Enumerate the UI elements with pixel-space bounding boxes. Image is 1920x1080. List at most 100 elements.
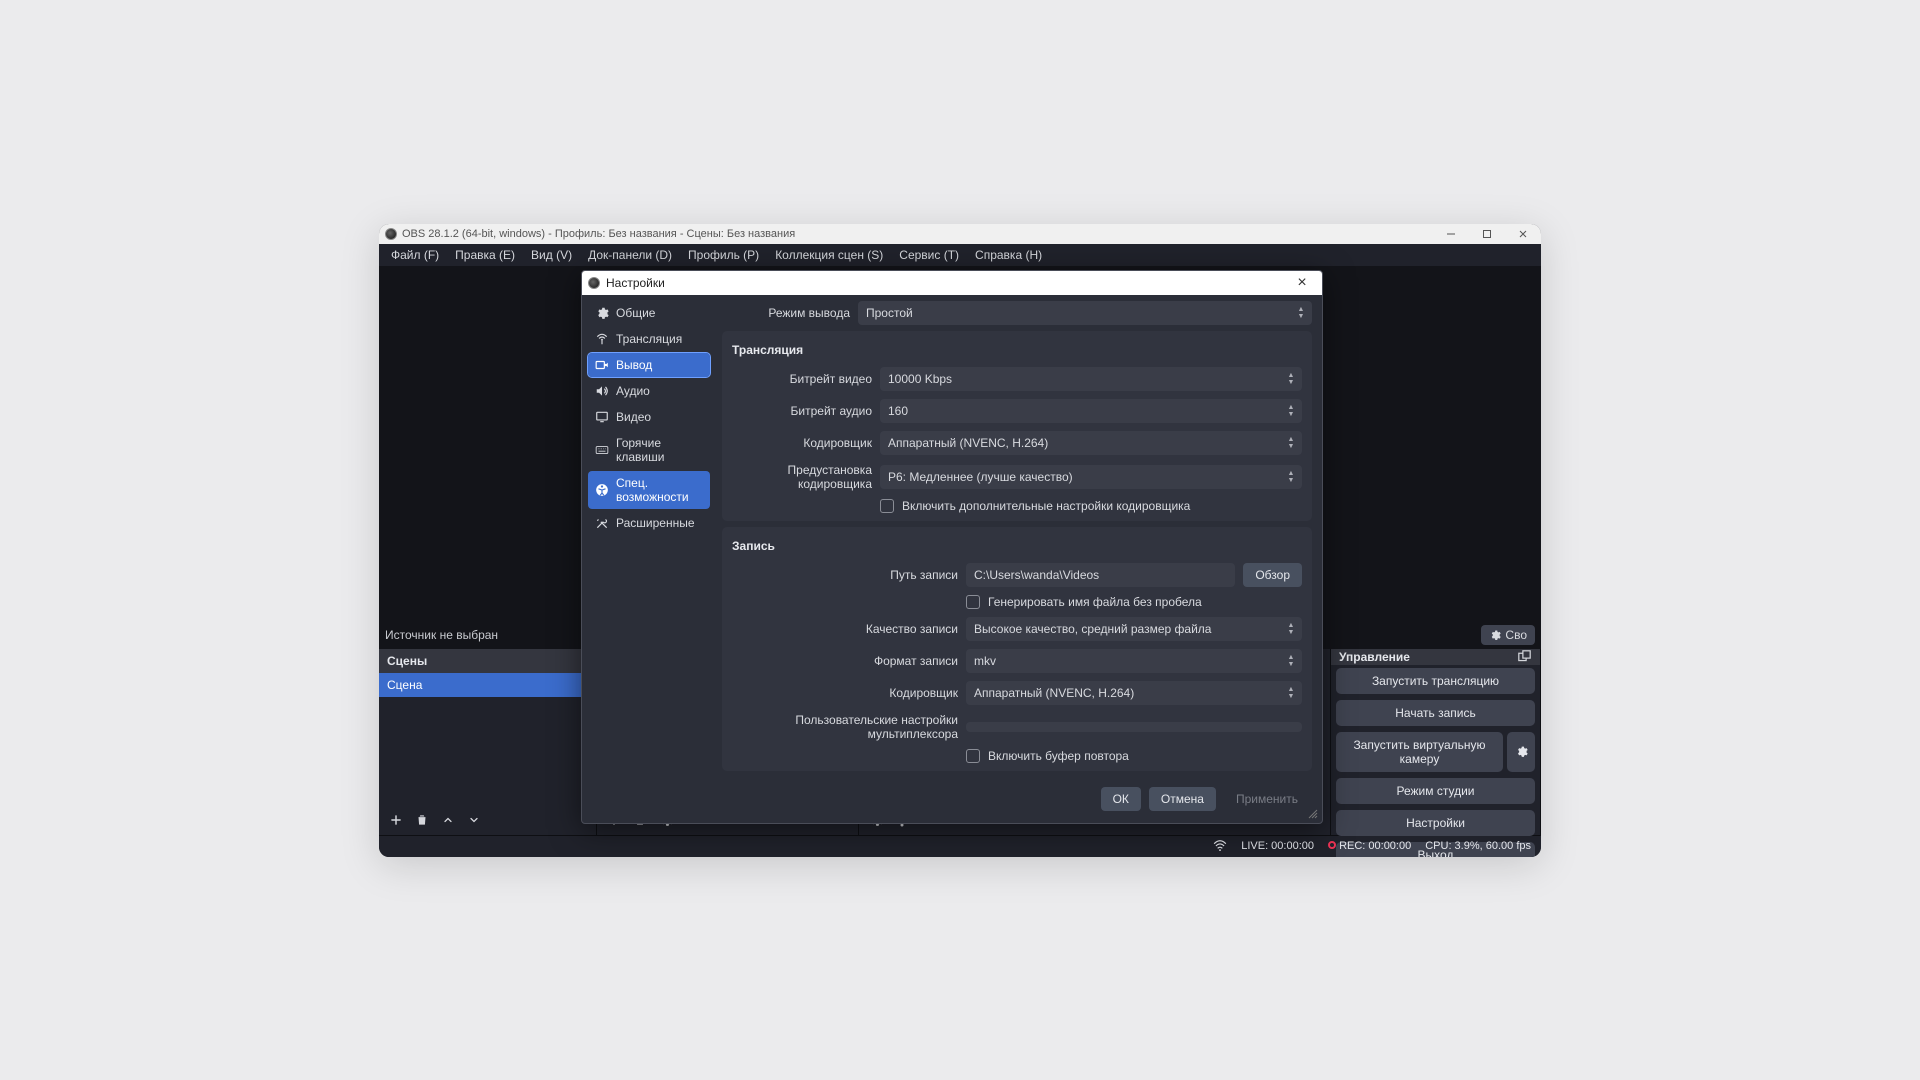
audio-bitrate-label: Битрейт аудио xyxy=(732,404,872,418)
menu-profile[interactable]: Профиль (P) xyxy=(680,248,767,262)
window-titlebar: OBS 28.1.2 (64-bit, windows) - Профиль: … xyxy=(379,224,1541,244)
nav-video[interactable]: Видео xyxy=(588,405,710,429)
output-icon xyxy=(595,358,609,372)
chevron-updown-icon: ▲▼ xyxy=(1294,301,1308,325)
replay-buffer-label: Включить буфер повтора xyxy=(988,749,1129,763)
nav-audio[interactable]: Аудио xyxy=(588,379,710,403)
recording-quality-select[interactable]: Высокое качество, средний размер файла ▲… xyxy=(966,617,1302,641)
scene-remove-button[interactable] xyxy=(411,809,433,831)
scenes-dock: Сцены Сцена xyxy=(379,649,597,835)
dock-popout-icon[interactable] xyxy=(1516,649,1532,665)
recording-panel: Запись Путь записи C:\Users\wanda\Videos… xyxy=(722,527,1312,771)
output-mode-select[interactable]: Простой ▲▼ xyxy=(858,301,1312,325)
start-recording-button[interactable]: Начать запись xyxy=(1336,700,1535,726)
muxer-label: Пользовательские настройки мультиплексор… xyxy=(732,713,958,741)
start-vcam-button[interactable]: Запустить виртуальную камеру xyxy=(1336,732,1503,772)
scene-up-button[interactable] xyxy=(437,809,459,831)
no-space-filename-label: Генерировать имя файла без пробела xyxy=(988,595,1202,609)
streaming-panel: Трансляция Битрейт видео 10000 Kbps ▲▼ Б… xyxy=(722,331,1312,521)
start-streaming-button[interactable]: Запустить трансляцию xyxy=(1336,668,1535,694)
menu-help[interactable]: Справка (H) xyxy=(967,248,1050,262)
obs-icon xyxy=(588,277,600,289)
menu-scenes[interactable]: Коллекция сцен (S) xyxy=(767,248,891,262)
obs-icon xyxy=(385,228,397,240)
status-cpu: CPU: 3.9%, 60.00 fps xyxy=(1425,840,1531,852)
recording-format-select[interactable]: mkv ▲▼ xyxy=(966,649,1302,673)
record-icon xyxy=(1328,841,1336,849)
recording-path-label: Путь записи xyxy=(732,568,958,582)
scene-down-button[interactable] xyxy=(463,809,485,831)
controls-dock: Управление Запустить трансляцию Начать з… xyxy=(1331,649,1541,835)
streaming-title: Трансляция xyxy=(732,339,1302,359)
stream-encoder-select[interactable]: Аппаратный (NVENC, H.264) ▲▼ xyxy=(880,431,1302,455)
recording-quality-label: Качество записи xyxy=(732,622,958,636)
apply-button[interactable]: Применить xyxy=(1224,787,1310,811)
menubar: Файл (F) Правка (E) Вид (V) Док-панели (… xyxy=(379,244,1541,266)
gear-icon xyxy=(1515,745,1528,758)
video-bitrate-input[interactable]: 10000 Kbps ▲▼ xyxy=(880,367,1302,391)
no-space-filename-checkbox[interactable] xyxy=(966,595,980,609)
settings-title: Настройки xyxy=(606,276,665,290)
vcam-settings-button[interactable] xyxy=(1507,732,1535,772)
nav-hotkeys[interactable]: Горячие клавиши xyxy=(588,431,710,469)
nav-advanced[interactable]: Расширенные xyxy=(588,511,710,535)
stream-encoder-label: Кодировщик xyxy=(732,436,872,450)
chevron-updown-icon: ▲▼ xyxy=(1284,399,1298,423)
video-bitrate-label: Битрейт видео xyxy=(732,372,872,386)
keyboard-icon xyxy=(595,443,609,457)
menu-tools[interactable]: Сервис (T) xyxy=(891,248,967,262)
settings-dialog: Настройки × Общие Трансляция Вывод xyxy=(581,270,1323,824)
muxer-input[interactable] xyxy=(966,722,1302,732)
resize-grip-icon[interactable] xyxy=(1308,809,1318,819)
chevron-updown-icon: ▲▼ xyxy=(1284,649,1298,673)
output-mode-label: Режим вывода xyxy=(722,306,850,320)
encoder-preset-select[interactable]: P6: Медленнее (лучше качество) ▲▼ xyxy=(880,465,1302,489)
antenna-icon xyxy=(595,332,609,346)
scene-item[interactable]: Сцена xyxy=(379,673,596,697)
recording-path-input[interactable]: C:\Users\wanda\Videos xyxy=(966,563,1235,587)
recording-encoder-label: Кодировщик xyxy=(732,686,958,700)
settings-footer: ОК Отмена Применить xyxy=(582,777,1322,823)
menu-file[interactable]: Файл (F) xyxy=(383,248,447,262)
browse-button[interactable]: Обзор xyxy=(1243,563,1302,587)
menu-view[interactable]: Вид (V) xyxy=(523,248,580,262)
studio-mode-button[interactable]: Режим студии xyxy=(1336,778,1535,804)
chevron-updown-icon: ▲▼ xyxy=(1284,617,1298,641)
settings-titlebar: Настройки × xyxy=(582,271,1322,295)
settings-close-button[interactable]: × xyxy=(1288,274,1316,292)
recording-encoder-select[interactable]: Аппаратный (NVENC, H.264) ▲▼ xyxy=(966,681,1302,705)
settings-nav: Общие Трансляция Вывод Аудио Видео xyxy=(582,295,716,777)
chevron-updown-icon: ▲▼ xyxy=(1284,431,1298,455)
advanced-encoder-checkbox[interactable] xyxy=(880,499,894,513)
status-rec: REC: 00:00:00 xyxy=(1339,840,1411,852)
source-properties-button[interactable]: Сво xyxy=(1481,625,1535,645)
nav-stream[interactable]: Трансляция xyxy=(588,327,710,351)
speaker-icon xyxy=(595,384,609,398)
chevron-updown-icon: ▲▼ xyxy=(1284,681,1298,705)
scenes-header: Сцены xyxy=(379,649,596,673)
recording-format-label: Формат записи xyxy=(732,654,958,668)
accessibility-icon xyxy=(595,483,609,497)
scene-add-button[interactable] xyxy=(385,809,407,831)
minimize-button[interactable] xyxy=(1433,224,1469,244)
settings-content: Режим вывода Простой ▲▼ Трансляция Битре… xyxy=(716,295,1322,777)
gear-icon xyxy=(595,306,609,320)
menu-edit[interactable]: Правка (E) xyxy=(447,248,523,262)
cancel-button[interactable]: Отмена xyxy=(1149,787,1216,811)
maximize-button[interactable] xyxy=(1469,224,1505,244)
ok-button[interactable]: ОК xyxy=(1101,787,1141,811)
chevron-updown-icon: ▲▼ xyxy=(1284,465,1298,489)
menu-docks[interactable]: Док-панели (D) xyxy=(580,248,680,262)
settings-button[interactable]: Настройки xyxy=(1336,810,1535,836)
replay-buffer-checkbox[interactable] xyxy=(966,749,980,763)
status-live: LIVE: 00:00:00 xyxy=(1241,840,1314,852)
close-button[interactable] xyxy=(1505,224,1541,244)
advanced-encoder-label: Включить дополнительные настройки кодиро… xyxy=(902,499,1190,513)
gear-icon xyxy=(1489,629,1501,641)
audio-bitrate-select[interactable]: 160 ▲▼ xyxy=(880,399,1302,423)
tools-icon xyxy=(595,516,609,530)
nav-output[interactable]: Вывод xyxy=(588,353,710,377)
nav-general[interactable]: Общие xyxy=(588,301,710,325)
nav-accessibility[interactable]: Спец. возможности xyxy=(588,471,710,509)
network-icon xyxy=(1213,840,1227,852)
